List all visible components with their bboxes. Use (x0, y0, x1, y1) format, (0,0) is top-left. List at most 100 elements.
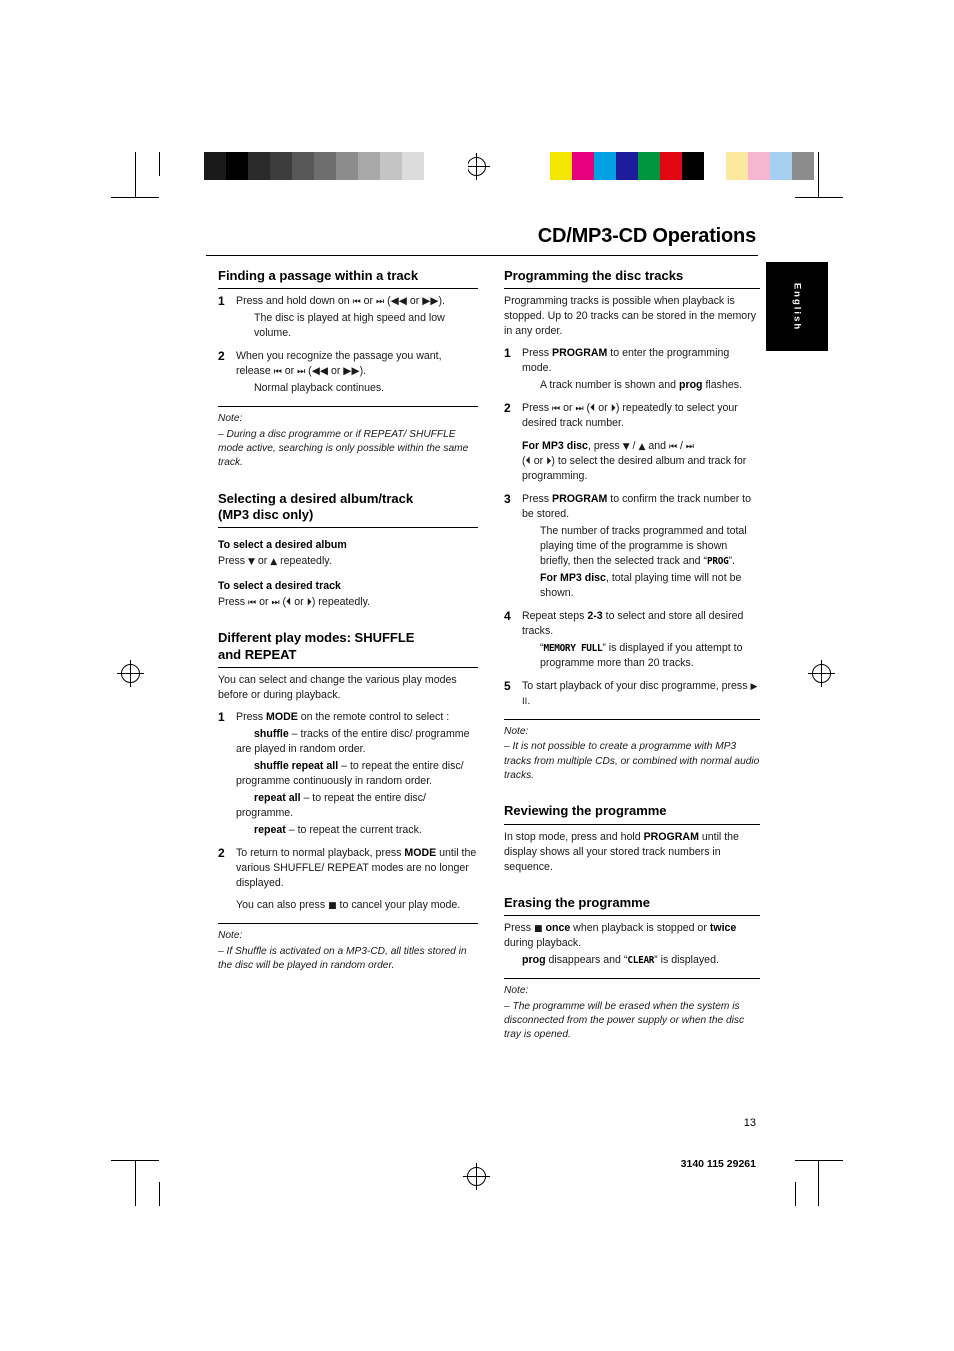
note-label: Note: (218, 413, 243, 425)
text-pre: Press (522, 402, 553, 415)
note-label: Note: (504, 985, 529, 997)
document-code: 3140 115 29261 (680, 1158, 756, 1170)
step-subtext: “MEMORY FULL” is displayed if you attemp… (522, 641, 760, 671)
text-pre: Press (522, 347, 553, 360)
step-text-paren: (◀◀ or ▶▶). (384, 295, 445, 308)
prog-indicator-label: prog (678, 379, 703, 392)
subheading-select-album: To select a desired album (218, 539, 347, 552)
mode-option-shuffle: shuffle – tracks of the entire disc/ pro… (236, 727, 478, 757)
step-text: Press and hold down on ⏮ or ⏭ (◀◀ or ▶▶)… (236, 294, 478, 309)
text-mid: or (254, 555, 271, 568)
display-text-prog: PROG (707, 555, 729, 567)
heading-line-2: and REPEAT (218, 646, 297, 662)
note-text: – The programme will be erased when the … (504, 1000, 745, 1041)
step-number: 1 (218, 294, 225, 309)
step-item: 3 Press PROGRAM to confirm the track num… (504, 492, 760, 601)
mp3-disc-label: For MP3 disc (540, 571, 606, 584)
option-name: shuffle repeat all (254, 760, 339, 773)
note-block: Note: – During a disc programme or if RE… (218, 406, 478, 470)
page-title: CD/MP3-CD Operations (537, 225, 756, 247)
step-text-mid: or (360, 295, 377, 308)
text-mid: when playback is stopped or (570, 921, 710, 934)
step-text: Press ⏮ or ⏭ (⏴ or ⏵) repeatedly to sele… (522, 401, 760, 431)
select-track-text: Press ⏮ or ⏭ (⏴ or ⏵) repeatedly. (218, 595, 478, 610)
option-name: repeat (254, 824, 286, 837)
select-album-text: Press ▼ or ▲ repeatedly. (218, 554, 478, 569)
note-text: – If Shuffle is activated on a MP3-CD, a… (218, 945, 467, 972)
heading-reviewing-programme: Reviewing the programme (504, 803, 760, 825)
stop-icon: ■ (328, 901, 337, 912)
mode-button-label: MODE (266, 710, 298, 723)
left-column: Finding a passage within a track 1 Press… (218, 268, 478, 979)
text-pre: Press (504, 921, 535, 934)
note-label: Note: (504, 726, 529, 737)
option-desc: – to repeat the current track. (285, 824, 422, 837)
text-pre: In stop mode, press and hold (504, 830, 644, 843)
mode-button-label: MODE (404, 847, 437, 860)
step-number: 1 (218, 709, 225, 724)
subheading-select-track: To select a desired track (218, 580, 341, 593)
manual-page: CD/MP3-CD Operations English Finding a p… (0, 0, 954, 1351)
text-pre: , press (587, 439, 623, 452)
heading-line-1: Different play modes: SHUFFLE (218, 630, 415, 646)
step-item: 1 Press PROGRAM to enter the programming… (504, 346, 760, 393)
program-button-label: PROGRAM (552, 492, 608, 505)
text-post: on the remote control to select : (297, 710, 450, 723)
step-subtext-mp3: For MP3 disc, total playing time will no… (522, 571, 760, 601)
text-post: to cancel your play mode. (336, 899, 461, 912)
mode-option-repeat: repeat – to repeat the current track. (236, 823, 478, 838)
step-item: 1 Press MODE on the remote control to se… (218, 710, 478, 838)
step-item: 1 Press and hold down on ⏮ or ⏭ (◀◀ or ▶… (218, 294, 478, 341)
play-modes-intro: You can select and change the various pl… (218, 673, 457, 701)
text-sep: and (645, 439, 669, 452)
down-arrow-icon: ▼ (622, 441, 630, 452)
skip-back-icon: ⏮ (668, 441, 678, 452)
program-button-label: PROGRAM (552, 347, 608, 360)
note-text: – It is not possible to create a program… (504, 741, 760, 782)
text-pre: To start playback of your disc programme… (522, 679, 751, 692)
language-tab-label: English (791, 282, 803, 331)
step-text: Press PROGRAM to enter the programming m… (522, 346, 760, 376)
stop-icon: ■ (534, 923, 543, 934)
page-number: 13 (743, 1117, 756, 1129)
erasing-subtext: prog disappears and “CLEAR” is displayed… (504, 953, 760, 968)
text-pre: To return to normal playback, press (236, 847, 405, 860)
text-post: flashes. (702, 379, 742, 392)
text-post: repeatedly. (277, 555, 332, 568)
right-column: Programming the disc tracks Programming … (504, 268, 760, 1048)
step-text: When you recognize the passage you want,… (236, 349, 478, 379)
step-subtext: A track number is shown and prog flashes… (522, 378, 760, 393)
title-divider (206, 255, 758, 256)
heading-programming-tracks: Programming the disc tracks (504, 268, 760, 290)
option-name: repeat all (254, 792, 301, 805)
step-range-label: 2-3 (587, 609, 603, 622)
step-text: Repeat steps 2-3 to select and store all… (522, 609, 760, 639)
step-subtext: The number of tracks programmed and tota… (522, 524, 760, 569)
step-extra-text: You can also press ■ to cancel your play… (236, 898, 478, 913)
text-pre: Press (218, 596, 249, 609)
step-number: 5 (504, 678, 511, 693)
step-subtext: The disc is played at high speed and low… (254, 312, 445, 340)
step-text: To start playback of your disc programme… (522, 679, 760, 709)
heading-play-modes: Different play modes: SHUFFLE and REPEAT (218, 630, 478, 668)
mode-option-repeat-all: repeat all – to repeat the entire disc/ … (236, 791, 478, 821)
step-text-paren: (◀◀ or ▶▶). (305, 365, 367, 378)
step-text: Press MODE on the remote control to sele… (236, 710, 478, 725)
heading-selecting-album-track: Selecting a desired album/track (MP3 dis… (218, 491, 478, 529)
text-pre: Press (522, 492, 553, 505)
step-number: 1 (504, 346, 511, 361)
text-post: . (527, 694, 531, 707)
step-text: Press PROGRAM to confirm the track numbe… (522, 492, 760, 522)
language-tab: English (766, 262, 828, 351)
prog-indicator-label: prog (522, 953, 546, 966)
text-pre: Press (236, 710, 267, 723)
heading-line-2: (MP3 disc only) (218, 507, 314, 523)
mp3-disc-label: For MP3 disc (522, 439, 588, 452)
text-post: ”. (728, 554, 735, 567)
note-block: Note: – It is not possible to create a p… (504, 719, 760, 783)
text-post: ” is displayed. (654, 953, 719, 966)
display-text-clear: CLEAR (627, 954, 655, 966)
note-block: Note: – If Shuffle is activated on a MP3… (218, 923, 478, 973)
skip-forward-icon: ⏭ (575, 404, 584, 415)
text-post: (⏴ or ⏵) to select the desired album and… (522, 454, 747, 482)
